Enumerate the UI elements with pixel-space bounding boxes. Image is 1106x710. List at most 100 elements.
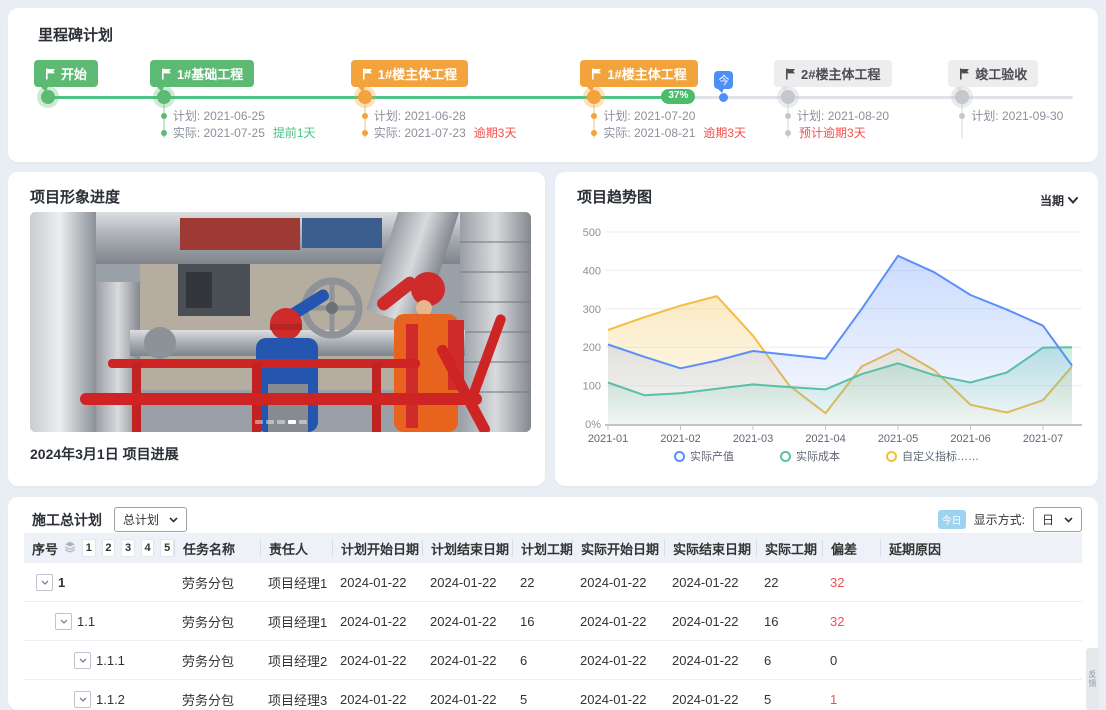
plan-start-date: 2024-01-22 — [332, 614, 422, 629]
milestone-dates: 计划: 2021-06-25实际: 2021-07-25提前1天 — [161, 107, 316, 141]
flag-icon — [959, 68, 970, 80]
level-button-1[interactable]: 1 — [82, 539, 96, 557]
date-status: 提前1天 — [273, 124, 316, 141]
actual-duration: 22 — [756, 575, 822, 590]
legend-item[interactable]: 实际产值 — [674, 448, 734, 464]
level-button-4[interactable]: 4 — [141, 539, 155, 557]
feedback-side-tab[interactable]: 反馈 — [1086, 648, 1099, 710]
column-header: 延期原因 — [880, 540, 1082, 556]
carousel-dots[interactable] — [30, 420, 531, 424]
date-bullet — [362, 130, 368, 136]
actual-duration: 5 — [756, 692, 822, 707]
legend-item[interactable]: 自定义指标…… — [886, 448, 979, 464]
photo-card: 项目形象进度 — [8, 172, 545, 486]
column-header-label: 实际开始日期 — [581, 539, 659, 558]
milestone-date-row: 计划: 2021-08-20 — [785, 107, 889, 124]
table-row[interactable]: 1劳务分包项目经理12024-01-222024-01-22222024-01-… — [24, 563, 1082, 602]
svg-text:2021-05: 2021-05 — [878, 433, 918, 444]
milestone-card: 里程碑计划 开始 1#基础工程计划: 2021-06-25实际: 2021-07… — [8, 8, 1098, 162]
milestone-flag[interactable]: 1#楼主体工程 — [580, 60, 697, 87]
date-bullet — [161, 113, 167, 119]
photo-title: 项目形象进度 — [30, 186, 120, 207]
column-header: 任务名称 — [174, 540, 260, 556]
today-badge[interactable]: 今日 — [938, 510, 966, 529]
plan-end-date: 2024-01-22 — [422, 614, 512, 629]
svg-text:2021-07: 2021-07 — [1023, 433, 1063, 444]
level-button-2[interactable]: 2 — [102, 539, 116, 557]
milestone-flag-label: 1#基础工程 — [177, 64, 243, 83]
milestone-flag[interactable]: 1#楼主体工程 — [351, 60, 468, 87]
today-marker-dot: 今 — [719, 93, 728, 102]
date-status: 预计逾期3天 — [799, 124, 866, 141]
expand-toggle-icon[interactable] — [55, 613, 72, 630]
date-bullet — [591, 130, 597, 136]
task-id: 1.1.2 — [96, 692, 125, 707]
date-bullet — [591, 113, 597, 119]
date-text: 计划: 2021-09-30 — [971, 107, 1063, 124]
display-mode-select[interactable]: 日 — [1033, 507, 1082, 532]
date-bullet — [959, 113, 965, 119]
level-button-3[interactable]: 3 — [121, 539, 135, 557]
plan-end-date: 2024-01-22 — [422, 653, 512, 668]
chevron-down-icon — [1068, 197, 1078, 204]
column-header: 实际结束日期 — [664, 540, 756, 556]
column-header: 实际开始日期 — [572, 540, 664, 556]
expand-toggle-icon[interactable] — [74, 652, 91, 669]
period-selector[interactable]: 当期 — [1040, 192, 1078, 209]
level-button-5[interactable]: 5 — [160, 539, 174, 557]
actual-end-date: 2024-01-22 — [664, 614, 756, 629]
display-mode-label: 显示方式: — [974, 511, 1025, 528]
expand-toggle-icon[interactable] — [36, 574, 53, 591]
actual-duration: 6 — [756, 653, 822, 668]
actual-end-date: 2024-01-22 — [664, 692, 756, 707]
milestone-node[interactable]: 竣工验收计划: 2021-09-30 — [962, 90, 969, 104]
milestone-dates: 计划: 2021-06-28实际: 2021-07-23逾期3天 — [362, 107, 517, 141]
carousel-dot[interactable] — [299, 420, 307, 424]
expand-toggle-icon[interactable] — [74, 691, 91, 708]
milestone-flag[interactable]: 2#楼主体工程 — [774, 60, 891, 87]
table-row[interactable]: 1.1.2劳务分包项目经理32024-01-222024-01-2252024-… — [24, 680, 1082, 710]
milestone-date-row: 计划: 2021-06-25 — [161, 107, 316, 124]
milestone-flag[interactable]: 竣工验收 — [948, 60, 1038, 87]
svg-text:500: 500 — [583, 227, 601, 239]
legend-marker-icon — [886, 451, 897, 462]
trend-chart-legend[interactable]: 实际产值 实际成本 自定义指标…… — [555, 448, 1098, 464]
table-row[interactable]: 1.1.1劳务分包项目经理22024-01-222024-01-2262024-… — [24, 641, 1082, 680]
milestone-node[interactable]: 1#楼主体工程计划: 2021-06-28实际: 2021-07-23逾期3天 — [365, 90, 372, 104]
layers-icon[interactable] — [64, 541, 76, 556]
milestone-flag[interactable]: 开始 — [34, 60, 98, 87]
chevron-down-icon — [169, 517, 178, 523]
column-header: 计划开始日期 — [332, 540, 422, 556]
milestone-node[interactable]: 1#楼主体工程计划: 2021-07-20实际: 2021-08-21逾期3天 — [594, 90, 601, 104]
task-id: 1.1 — [77, 614, 95, 629]
carousel-dot[interactable] — [266, 420, 274, 424]
legend-marker-icon — [780, 451, 791, 462]
plan-end-date: 2024-01-22 — [422, 575, 512, 590]
milestone-flag[interactable]: 1#基础工程 — [150, 60, 254, 87]
carousel-dot[interactable] — [277, 420, 285, 424]
date-text: 计划: 2021-06-25 — [173, 107, 265, 124]
column-header: 实际工期 — [756, 540, 822, 556]
legend-label: 实际成本 — [796, 448, 840, 464]
date-bullet — [161, 130, 167, 136]
progress-photo[interactable] — [30, 212, 531, 432]
legend-item[interactable]: 实际成本 — [780, 448, 840, 464]
carousel-dot[interactable] — [255, 420, 263, 424]
svg-text:2021-04: 2021-04 — [805, 433, 845, 444]
task-name: 劳务分包 — [174, 573, 260, 592]
deviation: 0 — [822, 653, 880, 668]
plan-duration: 5 — [512, 692, 572, 707]
flag-icon — [362, 68, 373, 80]
task-id-cell: 1.1 — [24, 613, 174, 630]
table-header-row: 序号 12345任务名称责任人计划开始日期计划结束日期计划工期实际开始日期实际结… — [24, 533, 1082, 563]
table-row[interactable]: 1.1劳务分包项目经理12024-01-222024-01-22162024-0… — [24, 602, 1082, 641]
milestone-date-row: 实际: 2021-07-25提前1天 — [161, 124, 316, 141]
milestone-node[interactable]: 1#基础工程计划: 2021-06-25实际: 2021-07-25提前1天 — [164, 90, 171, 104]
date-bullet — [362, 113, 368, 119]
milestone-node[interactable]: 2#楼主体工程计划: 2021-08-20预计逾期3天 — [788, 90, 795, 104]
schedule-title: 施工总计划 — [32, 510, 102, 530]
plan-select[interactable]: 总计划 — [114, 507, 187, 532]
carousel-dot[interactable] — [288, 420, 296, 424]
column-header-label: 计划开始日期 — [341, 539, 419, 558]
milestone-node[interactable]: 开始 — [48, 90, 55, 104]
